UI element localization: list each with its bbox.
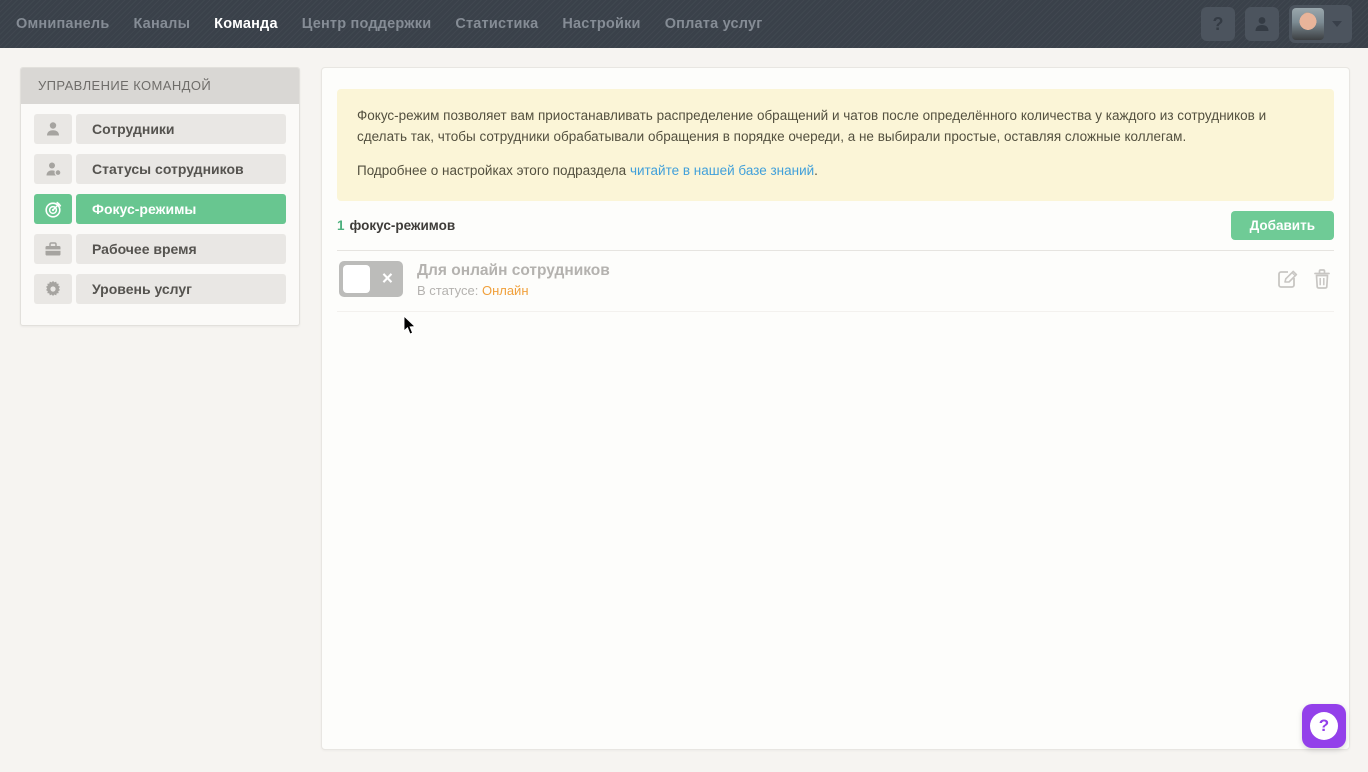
toggle-off-x-icon: × [382, 269, 393, 288]
top-navigation: Омнипанель Каналы Команда Центр поддержк… [0, 0, 1368, 48]
nav-item-team[interactable]: Команда [214, 16, 278, 32]
sidebar-title: УПРАВЛЕНИЕ КОМАНДОЙ [21, 68, 299, 104]
focus-modes-count-label: фокус-режимов [350, 218, 456, 233]
status-label: В статусе: [417, 283, 482, 298]
briefcase-icon [34, 234, 72, 264]
info-more-prefix: Подробнее о настройках этого подраздела [357, 163, 630, 178]
nav-item-channels[interactable]: Каналы [133, 16, 190, 32]
add-button[interactable]: Добавить [1231, 211, 1334, 240]
nav-right-group: ? [1201, 5, 1352, 43]
sidebar-item-focus-modes[interactable]: Фокус-режимы [34, 194, 286, 224]
gear-icon [34, 274, 72, 304]
focus-mode-title: Для онлайн сотрудников [417, 262, 610, 280]
chevron-down-icon [1332, 21, 1342, 27]
nav-item-payment[interactable]: Оплата услуг [665, 16, 763, 32]
nav-item-support-center[interactable]: Центр поддержки [302, 16, 432, 32]
info-more-suffix: . [814, 163, 818, 178]
item-actions [1275, 261, 1332, 291]
focus-mode-status: В статусе: Онлайн [417, 283, 610, 298]
question-icon: ? [1213, 14, 1224, 35]
nav-menu: Омнипанель Каналы Команда Центр поддержк… [16, 16, 763, 32]
edit-pencil-icon [1275, 267, 1299, 291]
nav-item-omnipanel[interactable]: Омнипанель [16, 16, 109, 32]
profile-button[interactable] [1245, 7, 1279, 41]
focus-modes-panel: Фокус-режим позволяет вам приостанавлива… [321, 67, 1350, 750]
toggle-knob [343, 265, 370, 293]
info-more: Подробнее о настройках этого подраздела … [357, 161, 1314, 182]
target-icon [34, 194, 72, 224]
team-management-sidebar: УПРАВЛЕНИЕ КОМАНДОЙ Сотрудники Статусы с… [20, 67, 300, 326]
info-banner: Фокус-режим позволяет вам приостанавлива… [337, 89, 1334, 201]
focus-modes-count: 1 [337, 218, 345, 233]
sidebar-item-label: Фокус-режимы [76, 194, 286, 224]
sidebar-item-label: Уровень услуг [76, 274, 286, 304]
sidebar-item-employee-statuses[interactable]: Статусы сотрудников [34, 154, 286, 184]
sidebar-item-label: Сотрудники [76, 114, 286, 144]
trash-icon [1312, 267, 1332, 291]
user-icon [34, 114, 72, 144]
info-text: Фокус-режим позволяет вам приостанавлива… [357, 106, 1314, 148]
account-menu-button[interactable] [1289, 5, 1352, 43]
edit-button[interactable] [1275, 267, 1299, 291]
focus-mode-texts: Для онлайн сотрудников В статусе: Онлайн [417, 261, 610, 298]
status-value: Онлайн [482, 283, 529, 298]
user-avatar [1292, 8, 1324, 40]
nav-item-statistics[interactable]: Статистика [455, 16, 538, 32]
enable-toggle[interactable]: × [339, 261, 403, 297]
question-icon: ? [1310, 712, 1338, 740]
delete-button[interactable] [1312, 267, 1332, 291]
nav-item-settings[interactable]: Настройки [562, 16, 640, 32]
user-status-icon [34, 154, 72, 184]
list-header-row: 1 фокус-режимов Добавить [337, 201, 1334, 251]
sidebar-item-service-level[interactable]: Уровень услуг [34, 274, 286, 304]
sidebar-item-working-hours[interactable]: Рабочее время [34, 234, 286, 264]
help-button[interactable]: ? [1201, 7, 1235, 41]
knowledge-base-link[interactable]: читайте в нашей базе знаний [630, 163, 814, 178]
sidebar-item-employees[interactable]: Сотрудники [34, 114, 286, 144]
person-icon [1253, 15, 1271, 33]
help-chat-widget-button[interactable]: ? [1302, 704, 1346, 748]
sidebar-item-label: Рабочее время [76, 234, 286, 264]
sidebar-item-label: Статусы сотрудников [76, 154, 286, 184]
focus-mode-list-item: × Для онлайн сотрудников В статусе: Онла… [337, 251, 1334, 312]
